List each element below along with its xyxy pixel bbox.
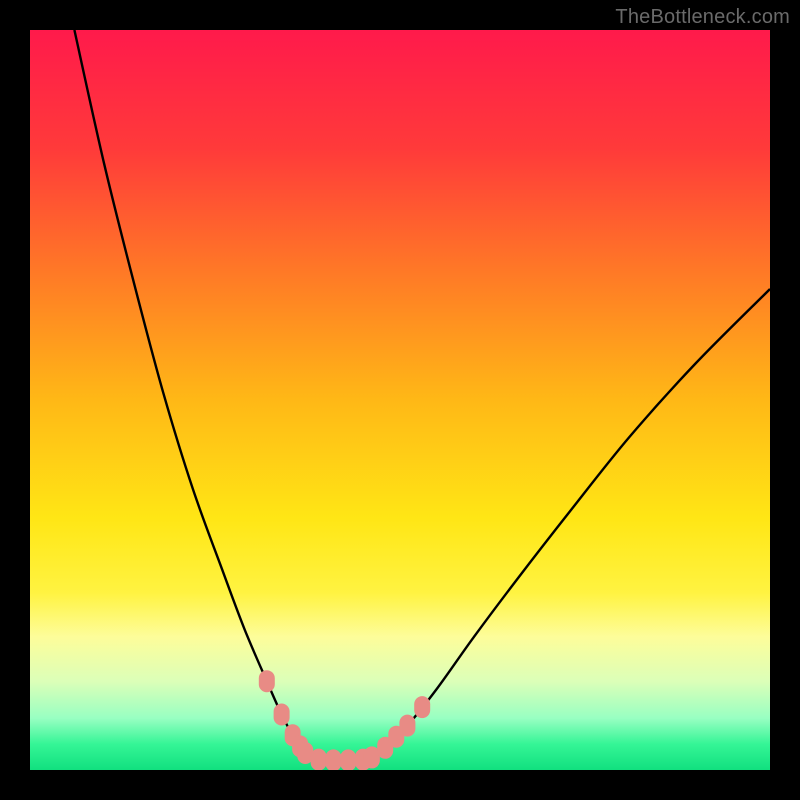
curve-marker <box>259 670 275 692</box>
curve-marker <box>274 704 290 726</box>
gradient-background <box>30 30 770 770</box>
watermark-text: TheBottleneck.com <box>615 6 790 29</box>
curve-marker <box>399 715 415 737</box>
curve-marker <box>311 749 327 770</box>
plot-area <box>30 30 770 770</box>
chart-frame: TheBottleneck.com <box>0 0 800 800</box>
curve-marker <box>414 696 430 718</box>
curve-marker <box>340 749 356 770</box>
curve-marker <box>325 749 341 770</box>
bottleneck-curve-chart <box>30 30 770 770</box>
